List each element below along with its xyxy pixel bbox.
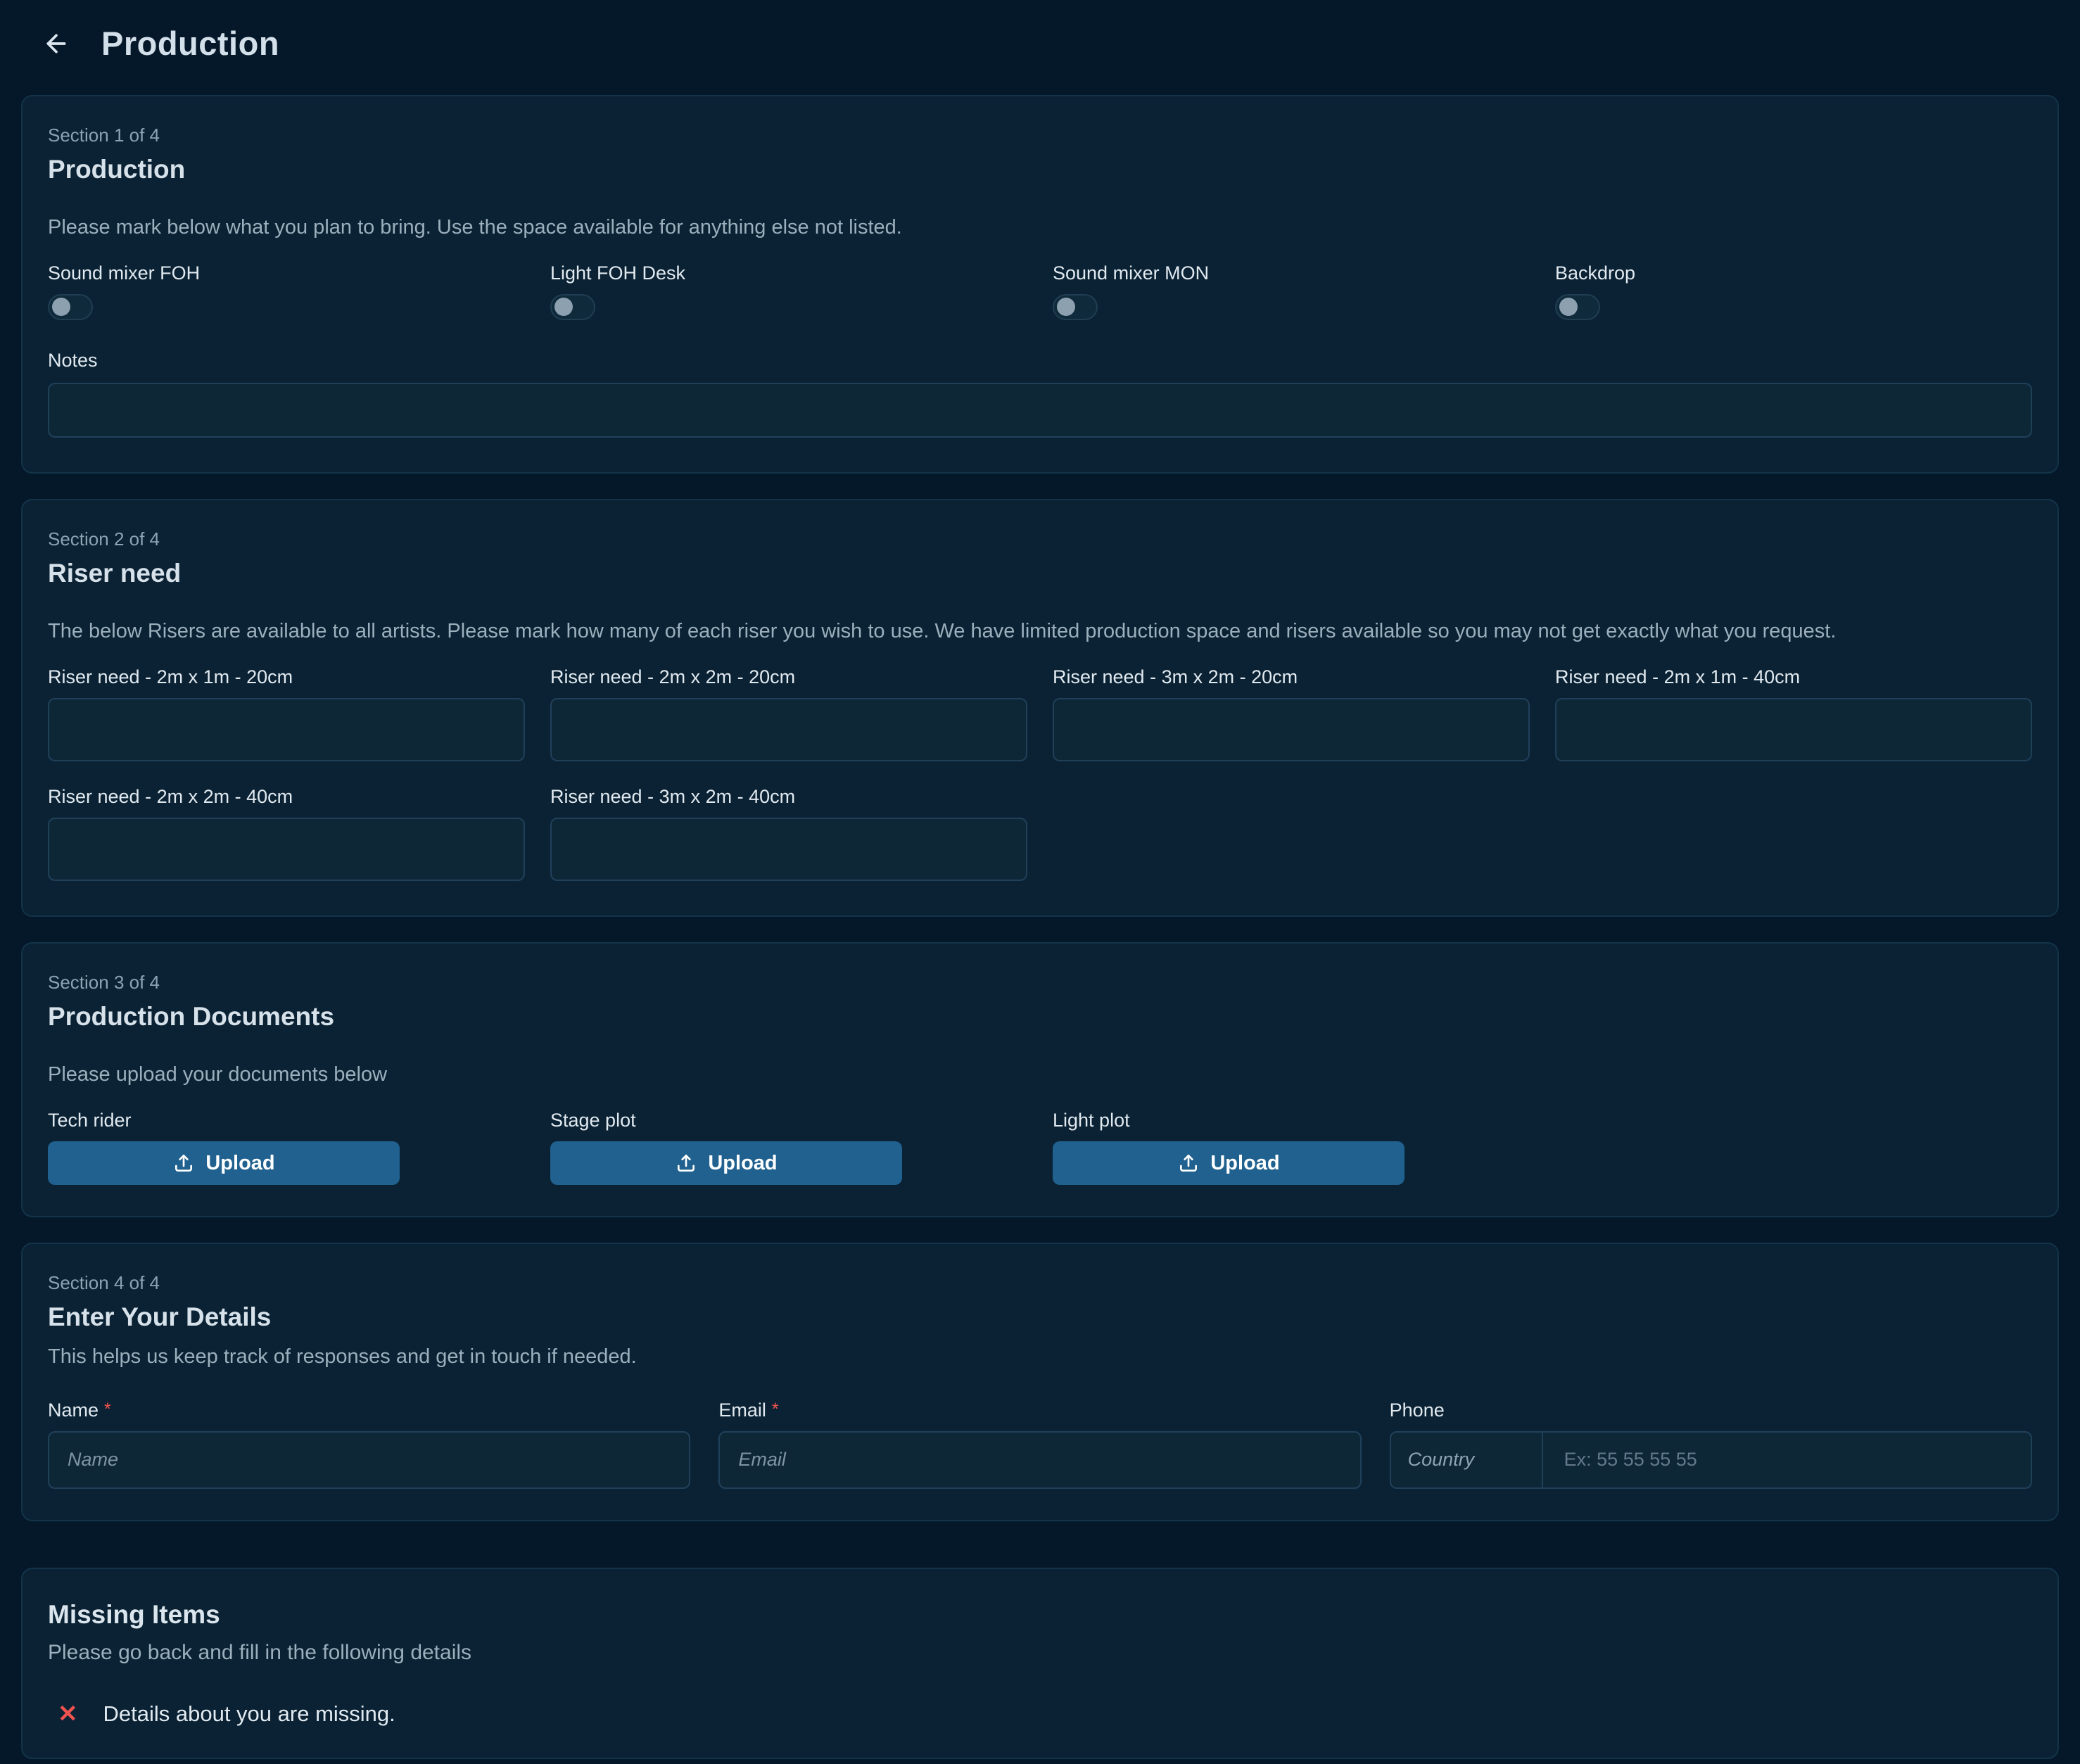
toggle-knob [554,298,573,316]
page-header: Production [0,0,2080,88]
riser-field: Riser need - 2m x 2m - 20cm [550,666,1027,765]
upload-grid: Tech rider Upload Stage plot Uplo [48,1110,2032,1185]
email-label: Email [718,1400,766,1421]
upload-label: Light plot [1053,1110,1530,1131]
section-description: This helps us keep track of responses an… [48,1343,2032,1371]
required-asterisk: * [772,1400,779,1419]
toggle-label: Backdrop [1555,262,2032,284]
email-field: Email * [718,1400,1361,1489]
arrow-left-icon [42,30,70,58]
section-4-details-card: Section 4 of 4 Enter Your Details This h… [21,1243,2059,1521]
riser-2x2-40-input[interactable] [48,818,525,881]
riser-field: Riser need - 3m x 2m - 20cm [1053,666,1530,765]
missing-items-card: Missing Items Please go back and fill in… [21,1568,2059,1759]
riser-3x2-40-input[interactable] [550,818,1027,881]
notes-label: Notes [48,350,2032,372]
upload-field-stage-plot: Stage plot Upload [550,1110,1027,1185]
missing-item-row: ✕ Details about you are missing. [48,1701,2032,1727]
upload-field-tech-rider: Tech rider Upload [48,1110,525,1185]
name-input[interactable] [48,1431,690,1489]
tech-rider-upload-button[interactable]: Upload [48,1141,400,1185]
section-3-production-documents-card: Section 3 of 4 Production Documents Plea… [21,942,2059,1217]
riser-grid: Riser need - 2m x 1m - 20cm Riser need -… [48,666,2032,884]
light-foh-desk-toggle[interactable] [550,294,595,320]
riser-field: Riser need - 2m x 1m - 40cm [1555,666,2032,765]
toggle-label: Sound mixer FOH [48,262,525,284]
toggle-label: Sound mixer MON [1053,262,1530,284]
toggle-group-backdrop: Backdrop [1555,262,2032,320]
riser-label: Riser need - 2m x 1m - 20cm [48,666,525,688]
section-kicker: Section 4 of 4 [48,1272,2032,1294]
upload-icon [675,1152,697,1174]
toggle-grid: Sound mixer FOH Light FOH Desk Sound mix… [48,262,2032,320]
toggle-knob [1057,298,1075,316]
section-description: The below Risers are available to all ar… [48,618,2032,645]
toggle-group-sound-mixer-foh: Sound mixer FOH [48,262,525,320]
toggle-knob [1559,298,1578,316]
upload-button-label: Upload [1210,1152,1279,1175]
toggle-group-light-foh-desk: Light FOH Desk [550,262,1027,320]
section-1-production-card: Section 1 of 4 Production Please mark be… [21,95,2059,474]
upload-button-label: Upload [205,1152,274,1175]
light-plot-upload-button[interactable]: Upload [1053,1141,1404,1185]
section-kicker: Section 1 of 4 [48,125,2032,146]
missing-items-title: Missing Items [48,1600,2032,1630]
riser-3x2-20-input[interactable] [1053,698,1530,761]
riser-label: Riser need - 2m x 2m - 40cm [48,786,525,808]
section-kicker: Section 3 of 4 [48,972,2032,994]
section-2-riser-need-card: Section 2 of 4 Riser need The below Rise… [21,499,2059,917]
upload-label: Tech rider [48,1110,525,1131]
section-description: Please upload your documents below [48,1061,2032,1089]
sound-mixer-foh-toggle[interactable] [48,294,93,320]
riser-field: Riser need - 2m x 1m - 20cm [48,666,525,765]
riser-label: Riser need - 2m x 1m - 40cm [1555,666,2032,688]
production-form-page: Production Section 1 of 4 Production Ple… [0,0,2080,1764]
details-grid: Name * Email * Phone [48,1400,2032,1489]
missing-items-subtitle: Please go back and fill in the following… [48,1641,2032,1665]
stage-plot-upload-button[interactable]: Upload [550,1141,902,1185]
riser-field: Riser need - 2m x 2m - 40cm [48,786,525,884]
upload-label: Stage plot [550,1110,1027,1131]
back-button[interactable] [39,27,73,61]
phone-country-input[interactable] [1391,1433,1543,1487]
name-field: Name * [48,1400,690,1489]
riser-label: Riser need - 3m x 2m - 20cm [1053,666,1530,688]
phone-input-group [1390,1431,2032,1489]
phone-field: Phone [1390,1400,2032,1489]
required-asterisk: * [104,1400,111,1419]
riser-label: Riser need - 3m x 2m - 40cm [550,786,1027,808]
toggle-knob [52,298,70,316]
riser-label: Riser need - 2m x 2m - 20cm [550,666,1027,688]
upload-field-light-plot: Light plot Upload [1053,1110,1530,1185]
sound-mixer-mon-toggle[interactable] [1053,294,1098,320]
riser-2x1-40-input[interactable] [1555,698,2032,761]
upload-icon [172,1152,195,1174]
upload-button-label: Upload [708,1152,777,1175]
phone-label: Phone [1390,1400,2032,1421]
riser-2x2-20-input[interactable] [550,698,1027,761]
section-title: Riser need [48,559,2032,588]
page-title: Production [101,24,279,63]
notes-input[interactable] [48,383,2032,438]
x-icon: ✕ [58,1702,78,1726]
riser-field: Riser need - 3m x 2m - 40cm [550,786,1027,884]
missing-item-text: Details about you are missing. [103,1701,395,1727]
phone-number-input[interactable] [1543,1433,2031,1487]
riser-2x1-20-input[interactable] [48,698,525,761]
email-input[interactable] [718,1431,1361,1489]
toggle-group-sound-mixer-mon: Sound mixer MON [1053,262,1530,320]
section-title: Production Documents [48,1002,2032,1032]
section-title: Enter Your Details [48,1302,2032,1332]
toggle-label: Light FOH Desk [550,262,1027,284]
section-description: Please mark below what you plan to bring… [48,214,2032,241]
section-kicker: Section 2 of 4 [48,528,2032,550]
notes-field: Notes [48,350,2032,441]
backdrop-toggle[interactable] [1555,294,1600,320]
upload-icon [1177,1152,1200,1174]
section-title: Production [48,155,2032,184]
name-label: Name [48,1400,99,1421]
